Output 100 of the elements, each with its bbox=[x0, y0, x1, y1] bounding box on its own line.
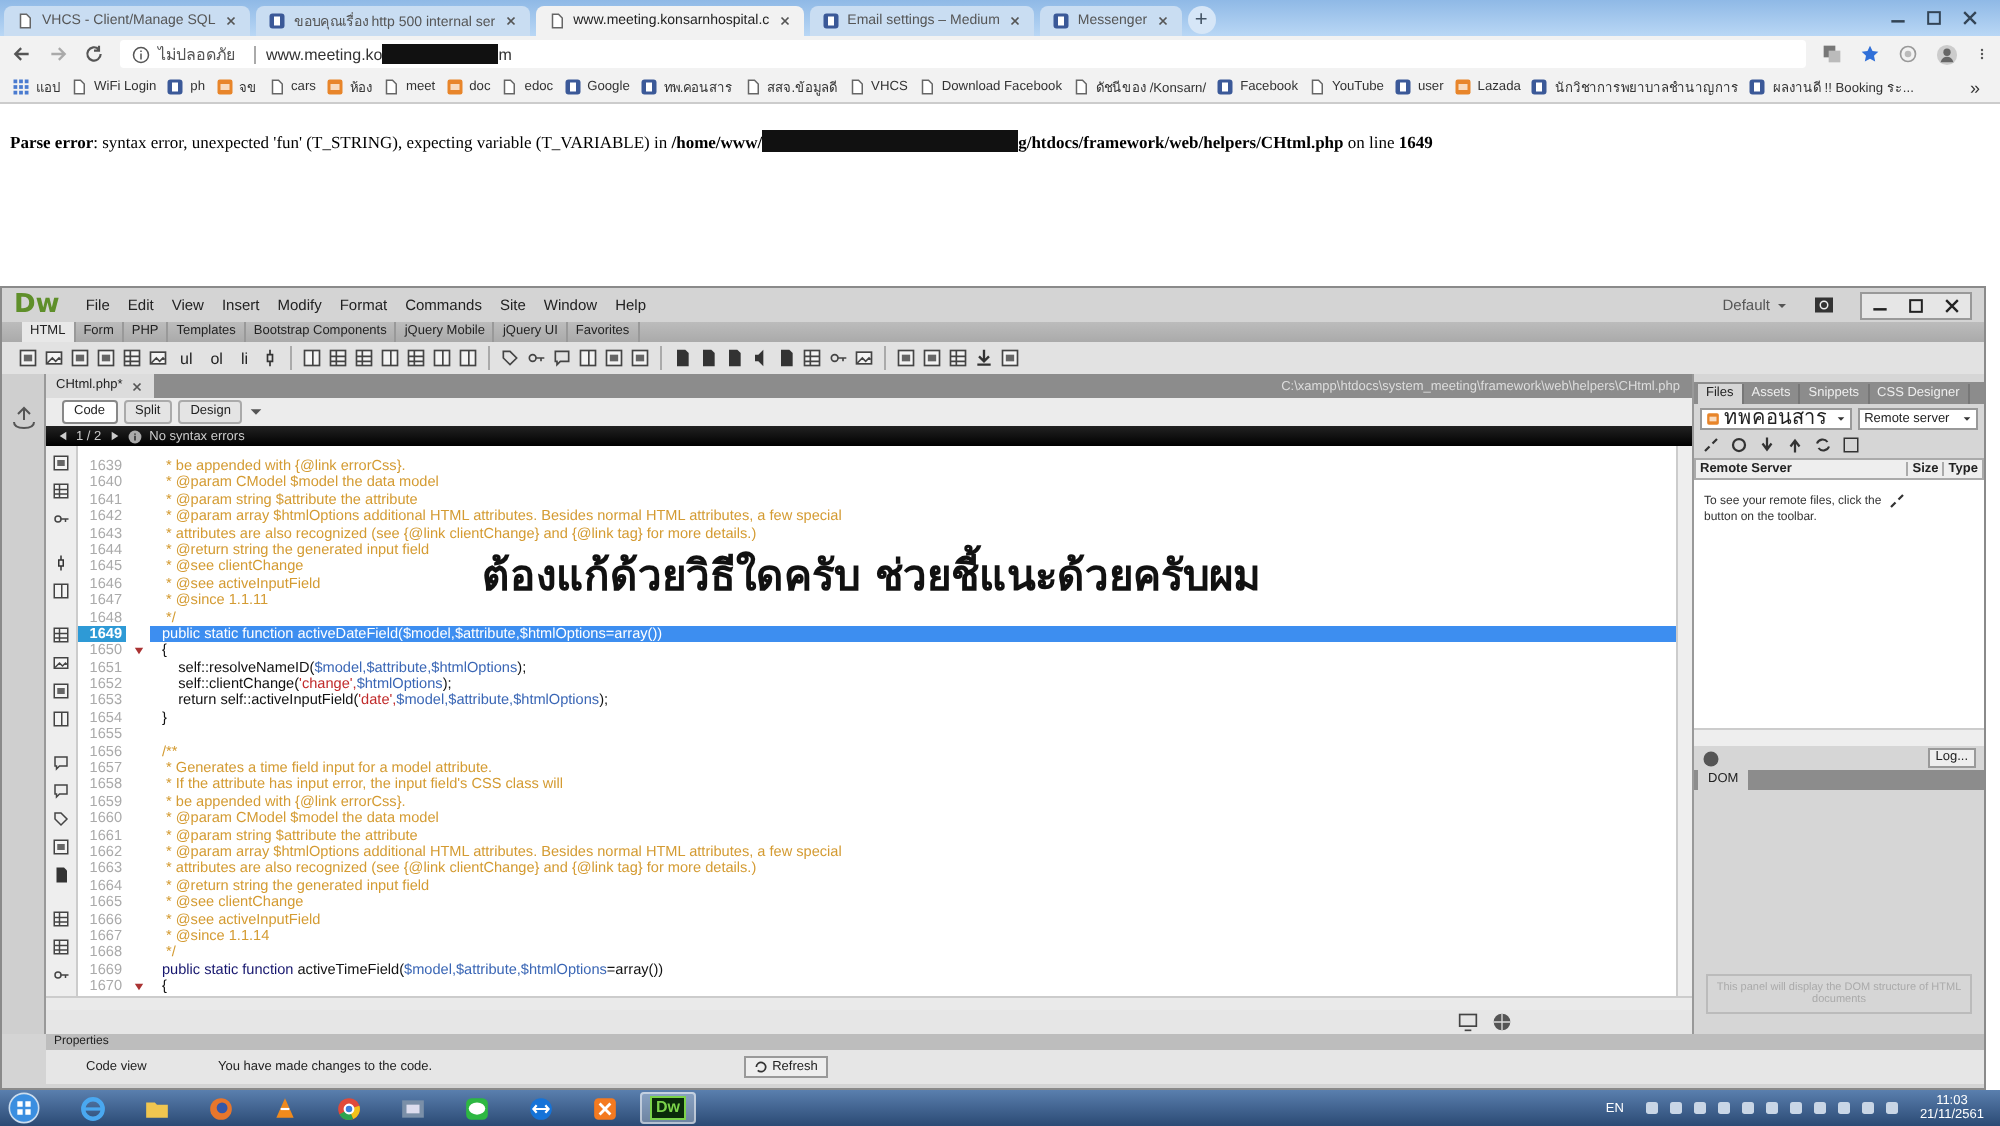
download-icon[interactable] bbox=[974, 348, 995, 368]
box-icon[interactable] bbox=[52, 454, 70, 472]
box-icon[interactable] bbox=[896, 348, 917, 368]
scrollbar[interactable] bbox=[1676, 446, 1692, 996]
next-icon[interactable] bbox=[109, 430, 120, 442]
previous-icon[interactable] bbox=[58, 430, 68, 442]
back-icon[interactable] bbox=[12, 44, 32, 64]
letter-e-icon[interactable] bbox=[79, 1095, 105, 1121]
extension-icon[interactable] bbox=[1898, 44, 1918, 64]
upload-icon[interactable] bbox=[11, 406, 35, 430]
box-icon[interactable] bbox=[70, 348, 90, 368]
toolbar-button[interactable]: ol bbox=[204, 349, 229, 367]
close-icon[interactable] bbox=[130, 379, 145, 393]
page-icon bbox=[267, 78, 285, 96]
page-icon bbox=[381, 78, 400, 96]
traffic-cone-icon[interactable] bbox=[271, 1095, 297, 1121]
folder-icon bbox=[1453, 78, 1472, 96]
document-icon[interactable] bbox=[776, 348, 797, 368]
menu-icon[interactable] bbox=[1976, 44, 1988, 64]
fold-arrow-icon[interactable] bbox=[133, 981, 143, 992]
scrollbar[interactable] bbox=[46, 996, 1692, 1010]
folder-icon bbox=[445, 78, 464, 96]
image-icon[interactable] bbox=[148, 348, 168, 368]
table-icon[interactable] bbox=[354, 348, 375, 368]
table-icon[interactable] bbox=[52, 482, 70, 500]
close-icon[interactable] bbox=[223, 14, 238, 28]
start-button[interactable] bbox=[8, 1092, 40, 1124]
layout-icon[interactable] bbox=[578, 348, 599, 368]
document-icon[interactable] bbox=[672, 348, 693, 368]
scrollbar[interactable] bbox=[1694, 728, 1984, 746]
close-icon[interactable] bbox=[503, 14, 518, 28]
box-icon[interactable] bbox=[1000, 348, 1021, 368]
table-icon[interactable] bbox=[122, 348, 142, 368]
expand-icon[interactable] bbox=[1842, 436, 1860, 454]
box-icon[interactable] bbox=[604, 348, 625, 368]
tag-icon[interactable] bbox=[52, 810, 70, 828]
close-icon[interactable] bbox=[777, 14, 792, 28]
fold-arrow-icon[interactable] bbox=[133, 645, 143, 656]
box-icon[interactable] bbox=[922, 348, 943, 368]
key-icon[interactable] bbox=[52, 966, 70, 984]
toolbar-button[interactable]: ul bbox=[174, 349, 199, 367]
table-icon[interactable] bbox=[52, 626, 70, 644]
speech-bubble-icon[interactable] bbox=[552, 348, 573, 368]
layout-icon[interactable] bbox=[380, 348, 401, 368]
table-icon[interactable] bbox=[52, 938, 70, 956]
table-icon[interactable] bbox=[328, 348, 349, 368]
image-icon[interactable] bbox=[44, 348, 64, 368]
app-logo-icon[interactable] bbox=[591, 1095, 617, 1121]
up-arrow-icon[interactable] bbox=[1786, 436, 1804, 454]
connect-icon bbox=[1887, 492, 1906, 510]
image-icon[interactable] bbox=[854, 348, 875, 368]
box-icon[interactable] bbox=[630, 348, 651, 368]
key-icon[interactable] bbox=[526, 348, 547, 368]
site-logo-icon bbox=[1530, 78, 1549, 96]
layout-icon[interactable] bbox=[302, 348, 323, 368]
document-icon[interactable] bbox=[52, 866, 70, 884]
table-icon[interactable] bbox=[52, 910, 70, 928]
more-bookmarks-button[interactable]: » bbox=[1969, 77, 1988, 97]
layout-icon[interactable] bbox=[432, 348, 453, 368]
refresh-icon[interactable] bbox=[1730, 436, 1748, 454]
document-icon[interactable] bbox=[698, 348, 719, 368]
window-app-icon[interactable] bbox=[399, 1095, 425, 1121]
layout-icon[interactable] bbox=[458, 348, 479, 368]
site-dropdown[interactable]: ทพคอนสาร bbox=[1700, 407, 1853, 429]
translate-icon[interactable] bbox=[1822, 44, 1842, 64]
key-icon[interactable] bbox=[52, 510, 70, 528]
info-icon[interactable] bbox=[132, 45, 150, 63]
box-icon[interactable] bbox=[52, 682, 70, 700]
monitor-icon[interactable] bbox=[1456, 1012, 1480, 1032]
layout-icon[interactable] bbox=[52, 710, 70, 728]
box-icon[interactable] bbox=[18, 348, 38, 368]
star-icon[interactable] bbox=[1860, 44, 1880, 64]
close-icon[interactable] bbox=[1007, 14, 1022, 28]
caret-icon[interactable] bbox=[248, 404, 265, 420]
box-icon[interactable] bbox=[96, 348, 116, 368]
chat-bubble-icon[interactable] bbox=[463, 1095, 489, 1121]
close-icon[interactable] bbox=[1155, 14, 1170, 28]
table-icon[interactable] bbox=[406, 348, 427, 368]
new-tab-button[interactable]: + bbox=[1187, 6, 1216, 34]
box-icon[interactable] bbox=[52, 838, 70, 856]
table-icon[interactable] bbox=[802, 348, 823, 368]
layout-icon[interactable] bbox=[52, 582, 70, 600]
connect-icon[interactable] bbox=[1702, 436, 1720, 454]
error-message: g/htdocs/framework/web/helpers/CHtml.php on line 1649 bbox=[1018, 131, 1433, 151]
avatar-icon[interactable] bbox=[1936, 43, 1958, 65]
reload-icon[interactable] bbox=[84, 44, 104, 64]
round-logo-icon[interactable] bbox=[335, 1095, 361, 1121]
taskbar-button[interactable]: Dw bbox=[640, 1092, 696, 1124]
down-arrow-icon[interactable] bbox=[1758, 436, 1776, 454]
image-icon[interactable] bbox=[52, 654, 70, 672]
table-icon[interactable] bbox=[948, 348, 969, 368]
document-icon[interactable] bbox=[724, 348, 745, 368]
apps-grid-icon bbox=[12, 78, 30, 96]
key-icon[interactable] bbox=[828, 348, 849, 368]
chain-icon[interactable] bbox=[52, 554, 70, 572]
close-icon[interactable] bbox=[1960, 8, 1980, 28]
tag-icon[interactable] bbox=[500, 348, 521, 368]
caret-icon[interactable] bbox=[1776, 299, 1788, 311]
toolbar-button[interactable]: li bbox=[234, 349, 255, 367]
maximize-icon[interactable] bbox=[1924, 8, 1944, 28]
